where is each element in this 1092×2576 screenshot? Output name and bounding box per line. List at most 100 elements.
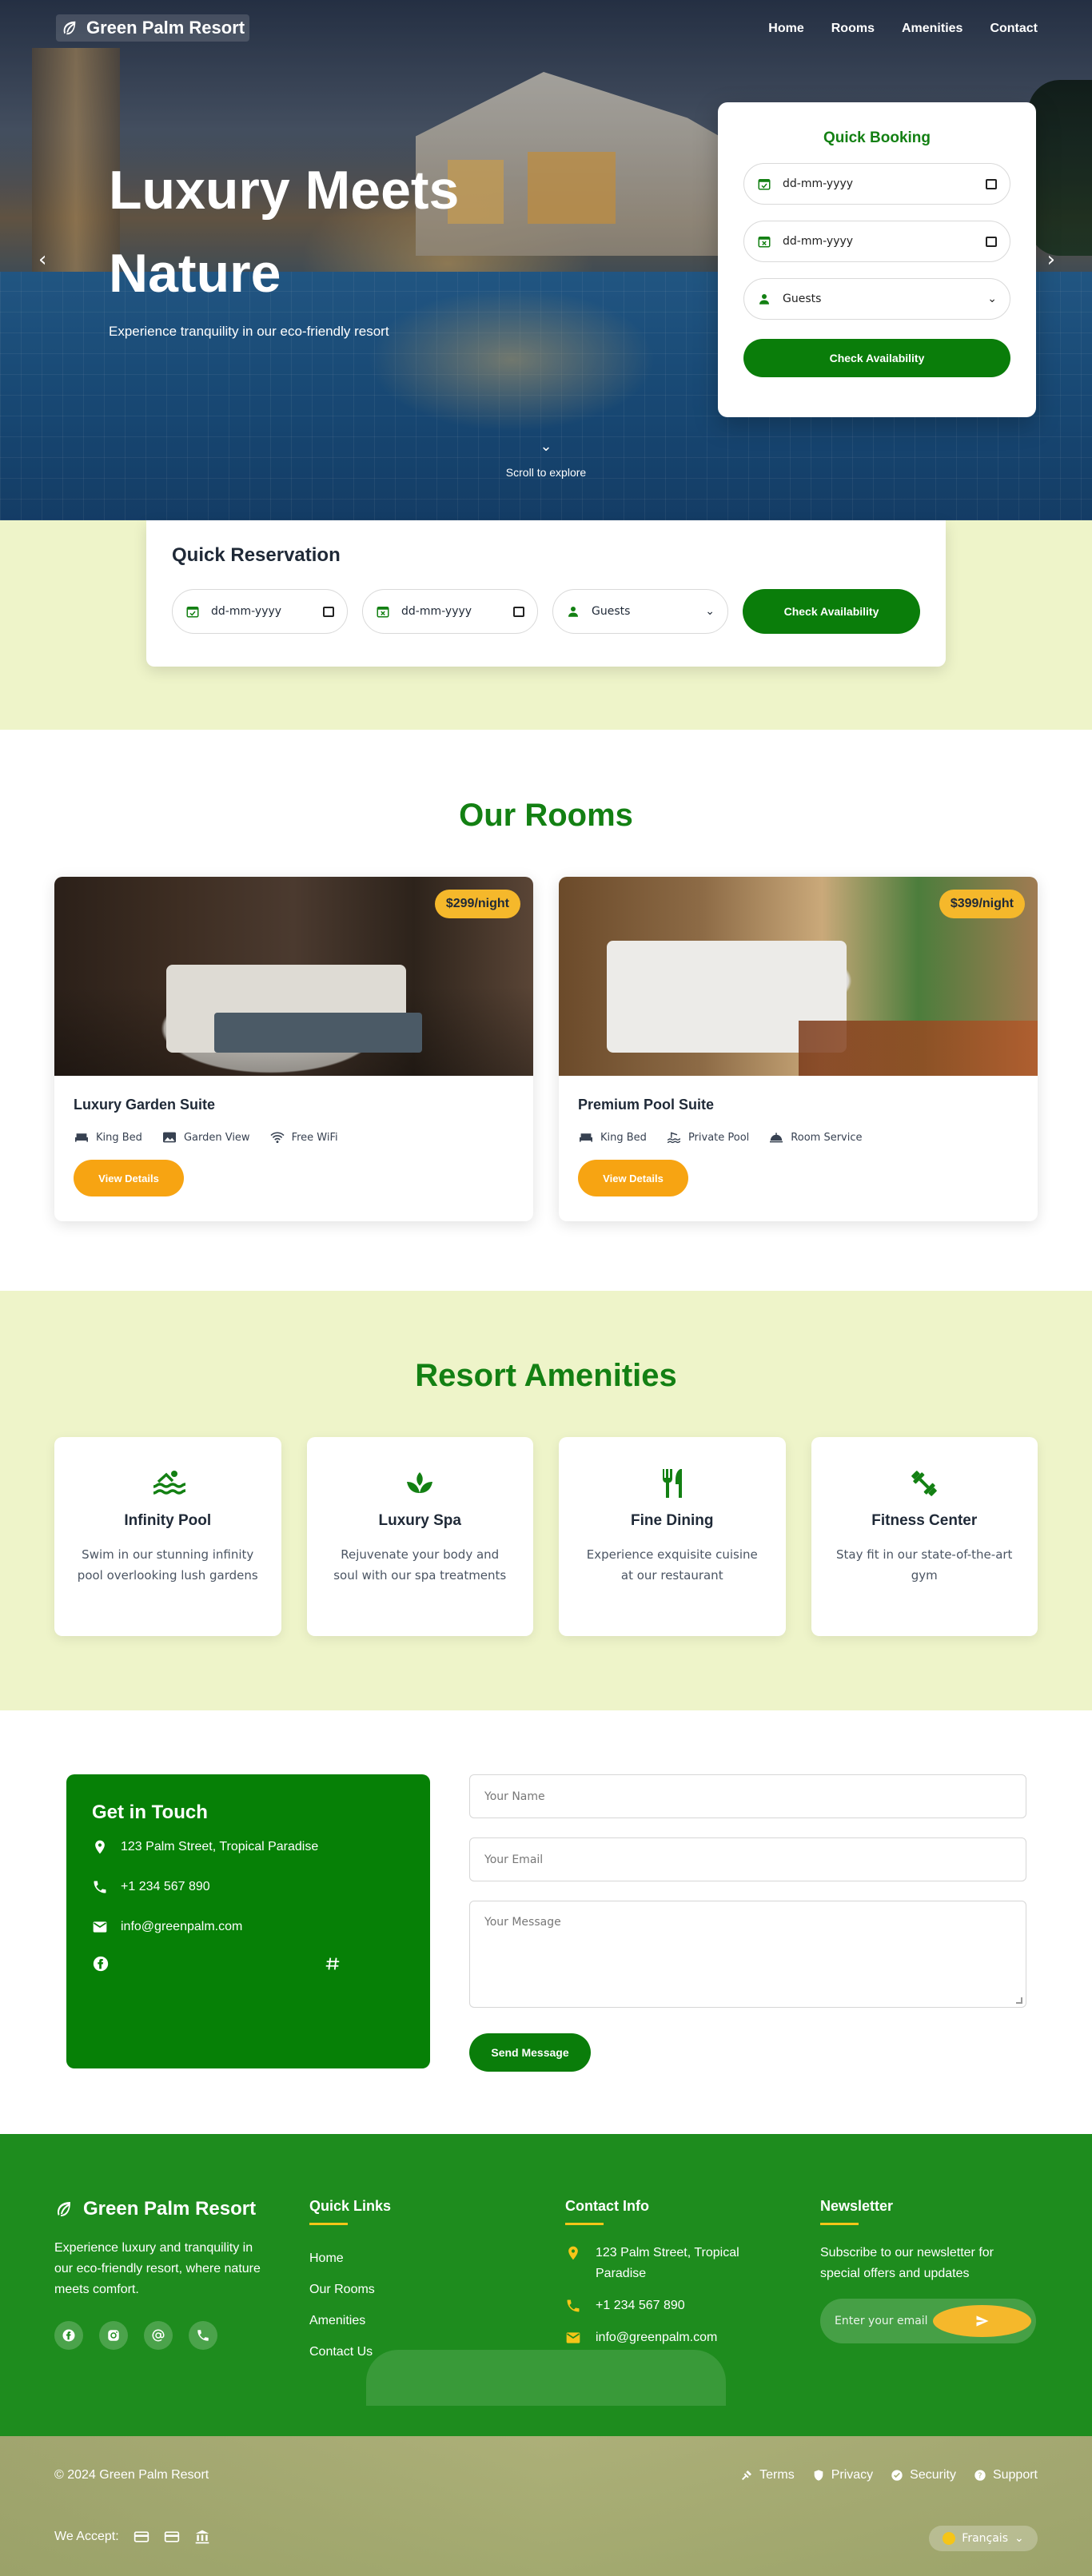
calendar-picker-icon[interactable] — [986, 236, 997, 247]
view-details-button[interactable]: View Details — [74, 1160, 184, 1196]
map-pin-icon — [95, 1840, 105, 1854]
footer-social-links — [54, 2321, 270, 2350]
price-badge: $299/night — [434, 890, 520, 918]
footer-phone[interactable]: +1 234 567 890 — [565, 2295, 789, 2316]
footer-address: 123 Palm Street, Tropical Paradise — [565, 2243, 789, 2284]
quick-reservation-title: Quick Reservation — [172, 544, 341, 566]
checkin-placeholder: dd-mm-yyyy — [783, 177, 854, 190]
amenity-name: Luxury Spa — [378, 1512, 461, 1529]
security-link[interactable]: Security — [891, 2468, 956, 2482]
contact-address: 123 Palm Street, Tropical Paradise — [92, 1827, 405, 1867]
carousel-prev-arrow-icon[interactable]: ‹ — [38, 248, 46, 272]
checkin-date-input[interactable]: dd-mm-yyyy — [743, 163, 1010, 205]
footer-phone-text: +1 234 567 890 — [596, 2299, 685, 2312]
heading-underline — [565, 2223, 604, 2225]
send-message-button[interactable]: Send Message — [469, 2033, 591, 2072]
guests-select[interactable]: Guests ⌄ — [743, 278, 1010, 320]
wifi-icon — [270, 1132, 285, 1144]
resize-handle[interactable] — [1016, 1997, 1022, 2004]
phone-icon — [94, 1881, 106, 1893]
user-icon — [759, 294, 769, 305]
contact-section: Get in Touch 123 Palm Street, Tropical P… — [0, 1710, 1092, 2134]
reservation-checkin-input[interactable]: dd-mm-yyyy — [172, 589, 348, 634]
globe-icon — [943, 2532, 956, 2545]
reservation-check-availability-button[interactable]: Check Availability — [743, 589, 920, 634]
facebook-icon[interactable] — [92, 1955, 110, 1973]
email-field[interactable]: Your Email — [469, 1837, 1026, 1881]
scroll-indicator[interactable]: ⌄ Scroll to explore — [0, 438, 1092, 479]
contact-phone[interactable]: +1 234 567 890 — [92, 1867, 405, 1907]
privacy-link[interactable]: Privacy — [812, 2468, 873, 2482]
newsletter-submit-button[interactable] — [933, 2305, 1031, 2337]
language-label: Français — [962, 2532, 1008, 2545]
newsletter-placeholder: Enter your email — [835, 2315, 928, 2327]
terms-link[interactable]: Terms — [740, 2468, 795, 2482]
room-photo: $299/night — [54, 877, 533, 1076]
support-link[interactable]: ? Support — [974, 2468, 1038, 2482]
room-name: Luxury Garden Suite — [74, 1097, 216, 1113]
calendar-x-icon — [377, 607, 389, 618]
nav-link-home[interactable]: Home — [768, 22, 803, 35]
map-pin-icon — [568, 2246, 578, 2260]
we-accept-label: We Accept: — [54, 2530, 119, 2543]
facebook-icon — [62, 2329, 75, 2342]
language-selector[interactable]: Français ⌄ — [929, 2526, 1038, 2551]
check-availability-button[interactable]: Check Availability — [743, 339, 1010, 377]
newsletter-text: Subscribe to our newsletter for special … — [820, 2246, 994, 2280]
facebook-link[interactable] — [54, 2321, 83, 2350]
support-label: Support — [992, 2468, 1038, 2482]
contact-info-title: Contact Info — [565, 2198, 649, 2214]
security-check-icon — [891, 2470, 903, 2481]
footer-link-amenities[interactable]: Amenities — [309, 2305, 391, 2336]
feature-label: Garden View — [183, 1131, 250, 1144]
calendar-picker-icon[interactable] — [986, 178, 997, 189]
email-link[interactable] — [144, 2321, 173, 2350]
footer-email[interactable]: info@greenpalm.com — [565, 2327, 789, 2348]
contact-email[interactable]: info@greenpalm.com — [92, 1907, 405, 1947]
reservation-checkout-placeholder: dd-mm-yyyy — [401, 605, 472, 618]
contact-email-text: info@greenpalm.com — [121, 1920, 243, 1933]
nav-link-rooms[interactable]: Rooms — [831, 22, 875, 35]
send-icon — [976, 2315, 988, 2327]
view-details-button[interactable]: View Details — [578, 1160, 688, 1196]
email-placeholder: Your Email — [484, 1853, 544, 1866]
feature-item: Garden View — [161, 1131, 250, 1144]
nav-menu: Home Rooms Amenities Contact — [768, 20, 1038, 36]
nav-link-amenities[interactable]: Amenities — [902, 22, 962, 35]
footer-link-rooms[interactable]: Our Rooms — [309, 2274, 391, 2305]
phone-icon — [567, 2299, 580, 2312]
nav-link-contact[interactable]: Contact — [990, 22, 1038, 35]
newsletter-email-input[interactable]: Enter your email — [820, 2299, 1036, 2343]
feature-item: Private Pool — [666, 1131, 749, 1144]
contact-phone-text: +1 234 567 890 — [121, 1880, 210, 1893]
hashtag-icon[interactable] — [324, 1955, 341, 1973]
room-photo: $399/night — [559, 877, 1038, 1076]
hero-title: Luxury Meets Nature — [109, 160, 460, 304]
feature-label: King Bed — [600, 1131, 647, 1144]
name-field[interactable]: Your Name — [469, 1774, 1026, 1818]
footer-wave-decor — [366, 2350, 726, 2406]
reservation-guests-select[interactable]: Guests ⌄ — [552, 589, 728, 634]
leaf-icon — [58, 2202, 70, 2216]
heading-underline — [309, 2223, 348, 2225]
phone-link[interactable] — [189, 2321, 217, 2350]
chevron-down-icon: ⌄ — [540, 438, 552, 454]
brand-logo[interactable]: Green Palm Resort — [56, 14, 250, 42]
instagram-link[interactable] — [99, 2321, 128, 2350]
gavel-icon — [742, 2470, 752, 2480]
footer-logo[interactable]: Green Palm Resort — [54, 2198, 270, 2220]
calendar-picker-icon[interactable] — [513, 606, 524, 617]
top-nav: Green Palm Resort Home Rooms Amenities C… — [0, 0, 1092, 56]
amenity-name: Fine Dining — [631, 1512, 714, 1529]
reservation-checkout-input[interactable]: dd-mm-yyyy — [362, 589, 538, 634]
bed-icon — [580, 1133, 592, 1142]
footer-link-home[interactable]: Home — [309, 2243, 391, 2274]
message-textarea[interactable]: Your Message — [469, 1901, 1026, 2008]
checkout-date-input[interactable]: dd-mm-yyyy — [743, 221, 1010, 262]
help-circle-icon: ? — [974, 2470, 986, 2481]
bank-icon — [195, 2530, 209, 2544]
calendar-picker-icon[interactable] — [323, 606, 334, 617]
amenity-description: Rejuvenate your body and soul with our s… — [333, 1547, 507, 1583]
carousel-next-arrow-icon[interactable]: › — [1047, 248, 1055, 272]
landscape-icon — [162, 1132, 176, 1143]
